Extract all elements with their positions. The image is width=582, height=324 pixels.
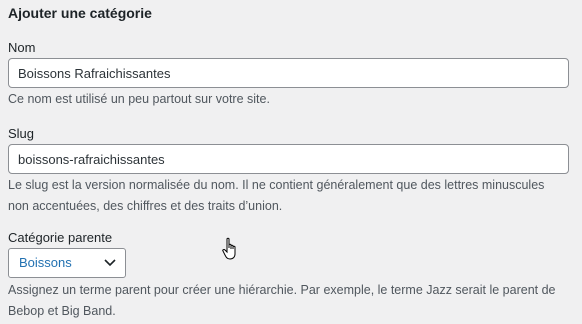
- parent-category-description: Assignez un terme parent pour créer une …: [8, 280, 576, 322]
- slug-description-line-2: non accentuées, des chiffres et des trai…: [8, 199, 283, 213]
- parent-category-label: Catégorie parente: [8, 230, 113, 245]
- name-input[interactable]: [8, 58, 569, 88]
- hand-pointer-cursor-icon: [222, 237, 236, 260]
- chevron-down-icon: [104, 259, 116, 267]
- slug-description-line-1: Le slug est la version normalisée du nom…: [8, 178, 545, 192]
- name-label: Nom: [8, 40, 36, 55]
- parent-category-selected: Boissons: [19, 255, 72, 270]
- parent-description-line-1: Assignez un terme parent pour créer une …: [8, 283, 556, 297]
- name-description: Ce nom est utilisé un peu partout sur vo…: [8, 92, 270, 106]
- form-title: Ajouter une catégorie: [8, 5, 152, 21]
- parent-category-select[interactable]: Boissons: [8, 248, 126, 278]
- slug-input[interactable]: [8, 144, 569, 174]
- slug-label: Slug: [8, 126, 35, 141]
- slug-description: Le slug est la version normalisée du nom…: [8, 175, 576, 217]
- parent-description-line-2: Bebop et Big Band.: [8, 304, 116, 318]
